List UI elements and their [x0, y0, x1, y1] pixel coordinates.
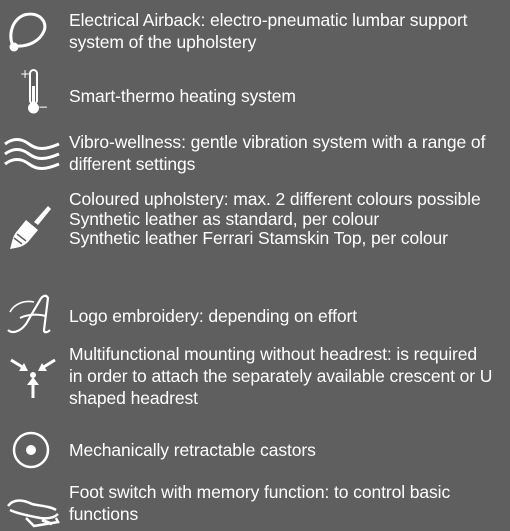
feature-row-heating: + − Smart-thermo heating system: [0, 64, 510, 122]
feature-text-heating: Smart-thermo heating system: [69, 85, 506, 107]
feature-line: Synthetic leather as standard, per colou…: [69, 209, 380, 229]
foot-switch-icon: [6, 492, 62, 528]
feature-text-vibration: Vibro-wellness: gentle vibration system …: [69, 131, 506, 175]
feature-row-airbag: Electrical Airback: electro-pneumatic lu…: [0, 0, 510, 62]
feature-row-upholstery: Coloured upholstery: max. 2 different co…: [0, 186, 510, 274]
feature-text-foot-switch: Foot switch with memory function: to con…: [69, 481, 506, 525]
thermometer-icon: + −: [20, 68, 50, 116]
feature-line: Multifunctional mounting without headres…: [69, 344, 478, 364]
feature-line: functions: [69, 504, 139, 524]
feature-line: Foot switch with memory function: to con…: [69, 482, 451, 502]
feature-line: Vibro-wellness: gentle vibration system …: [69, 132, 486, 152]
feature-line: different settings: [69, 154, 196, 174]
vibration-waves-icon: [3, 136, 61, 172]
feature-line: Electrical Airback: electro-pneumatic lu…: [69, 10, 468, 30]
feature-text-mounting: Multifunctional mounting without headres…: [69, 343, 506, 409]
script-letter-a-icon: [4, 292, 62, 336]
feature-row-castors: Mechanically retractable castors: [0, 428, 510, 472]
feature-row-logo-embroidery: Logo embroidery: depending on effort: [0, 292, 510, 342]
feature-line: Smart-thermo heating system: [69, 86, 296, 106]
feature-line: shaped headrest: [69, 388, 198, 408]
feature-line: Coloured upholstery: max. 2 different co…: [69, 189, 481, 209]
feature-text-logo-embroidery: Logo embroidery: depending on effort: [69, 305, 506, 327]
svg-text:−: −: [38, 100, 48, 114]
feature-line: Mechanically retractable castors: [69, 440, 316, 460]
svg-text:+: +: [20, 68, 30, 81]
feature-row-mounting: Multifunctional mounting without headres…: [0, 342, 510, 418]
feature-row-foot-switch: Foot switch with memory function: to con…: [0, 478, 510, 531]
feature-text-airbag: Electrical Airback: electro-pneumatic lu…: [69, 9, 506, 53]
feature-line: Synthetic leather Ferrari Stamskin Top, …: [69, 228, 448, 248]
feature-text-castors: Mechanically retractable castors: [69, 439, 506, 461]
airbag-icon: [6, 9, 50, 53]
feature-line: in order to attach the separately availa…: [69, 366, 493, 386]
mounting-arrows-icon: [8, 354, 58, 400]
feature-row-vibration: Vibro-wellness: gentle vibration system …: [0, 128, 510, 184]
feature-line: Logo embroidery: depending on effort: [69, 306, 357, 326]
feature-line: system of the upholstery: [69, 32, 257, 52]
paintbrush-icon: [8, 204, 52, 250]
feature-text-upholstery: Coloured upholstery: max. 2 different co…: [69, 188, 506, 248]
castor-icon: [11, 430, 51, 470]
